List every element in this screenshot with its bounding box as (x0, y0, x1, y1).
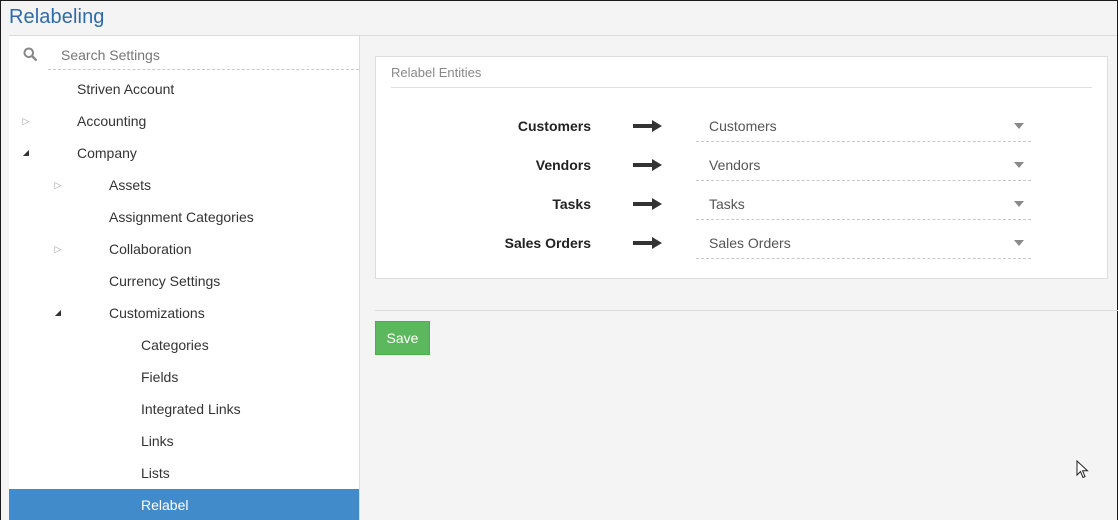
app-window: Relabeling Striven Account ▷ Accounting ◢ Co… (0, 0, 1118, 520)
arrow-right-icon (633, 159, 662, 171)
sidebar-item-integrated-links[interactable]: Integrated Links (9, 393, 359, 425)
page-title: Relabeling (9, 6, 105, 28)
settings-tree: Striven Account ▷ Accounting ◢ Company ▷ Asset… (9, 73, 359, 520)
dropdown-selected-value: Tasks (709, 196, 745, 212)
sidebar-item-label: Relabel (141, 497, 189, 513)
panel-title: Relabel Entities (391, 65, 482, 80)
entity-label-dropdown[interactable]: Customers (696, 112, 1031, 142)
sidebar-item-label: Company (77, 145, 137, 161)
sidebar-item-company[interactable]: ◢ Company (9, 137, 359, 169)
sidebar-item-label: Assignment Categories (109, 209, 254, 225)
collapsed-triangle-icon[interactable]: ▷ (20, 105, 32, 137)
collapsed-triangle-icon[interactable]: ▷ (52, 233, 64, 265)
expanded-triangle-icon[interactable]: ◢ (52, 297, 64, 329)
arrow-right-icon (633, 237, 662, 249)
entity-name-label: Tasks (552, 196, 591, 212)
arrow-right-icon (633, 198, 662, 210)
sidebar-item-relabel[interactable]: Relabel (9, 489, 359, 520)
relabel-entities-panel: Relabel Entities Customers Customers Vendo… (375, 56, 1108, 279)
entity-name-label: Vendors (535, 157, 591, 173)
sidebar-item-assets[interactable]: ▷ Assets (9, 169, 359, 201)
search-row (9, 36, 359, 70)
relabel-row: Sales Orders Sales Orders (376, 229, 1109, 268)
sidebar-item-lists[interactable]: Lists (9, 457, 359, 489)
mouse-cursor-icon (1076, 460, 1089, 479)
entity-label-dropdown[interactable]: Tasks (696, 190, 1031, 220)
sidebar-item-label: Categories (141, 337, 209, 353)
caret-down-icon[interactable] (1014, 240, 1024, 246)
sidebar-item-label: Links (141, 433, 174, 449)
collapsed-triangle-icon[interactable]: ▷ (52, 169, 64, 201)
sidebar-item-customizations[interactable]: ◢ Customizations (9, 297, 359, 329)
sidebar-item-label: Accounting (77, 113, 147, 129)
sidebar-item-label: Fields (141, 369, 179, 385)
dropdown-selected-value: Sales Orders (709, 235, 791, 251)
entity-label-dropdown[interactable]: Sales Orders (696, 229, 1031, 259)
caret-down-icon[interactable] (1014, 123, 1024, 129)
sidebar-item-label: Assets (109, 177, 152, 193)
sidebar-item-links[interactable]: Links (9, 425, 359, 457)
sidebar-item-label: Collaboration (109, 241, 192, 257)
sidebar-item-collaboration[interactable]: ▷ Collaboration (9, 233, 359, 265)
sidebar-item-currency-settings[interactable]: Currency Settings (9, 265, 359, 297)
sidebar-item-label: Integrated Links (141, 401, 241, 417)
sidebar-item-accounting[interactable]: ▷ Accounting (9, 105, 359, 137)
sidebar-item-label: Customizations (109, 305, 205, 321)
sidebar-item-assignment-categories[interactable]: Assignment Categories (9, 201, 359, 233)
entity-name-label: Sales Orders (504, 235, 591, 251)
save-button[interactable]: Save (375, 321, 430, 355)
arrow-right-icon (633, 120, 662, 132)
section-divider (375, 310, 1118, 311)
entity-label-dropdown[interactable]: Vendors (696, 151, 1031, 181)
sidebar-item-fields[interactable]: Fields (9, 361, 359, 393)
panel-divider (391, 87, 1092, 88)
search-icon (23, 47, 37, 61)
sidebar-item-label: Lists (141, 465, 170, 481)
expanded-triangle-icon[interactable]: ◢ (20, 137, 32, 169)
dropdown-selected-value: Vendors (709, 157, 761, 173)
relabel-row: Vendors Vendors (376, 151, 1109, 190)
entity-name-label: Customers (517, 118, 591, 134)
sidebar-item-striven-account[interactable]: Striven Account (9, 73, 359, 105)
settings-sidebar: Striven Account ▷ Accounting ◢ Company ▷ Asset… (9, 36, 360, 520)
caret-down-icon[interactable] (1014, 201, 1024, 207)
search-settings-input[interactable] (48, 40, 359, 70)
sidebar-item-categories[interactable]: Categories (9, 329, 359, 361)
sidebar-item-label: Currency Settings (109, 273, 221, 289)
caret-down-icon[interactable] (1014, 162, 1024, 168)
relabel-row: Tasks Tasks (376, 190, 1109, 229)
dropdown-selected-value: Customers (709, 118, 777, 134)
relabel-row: Customers Customers (376, 112, 1109, 151)
sidebar-item-label: Striven Account (77, 81, 175, 97)
